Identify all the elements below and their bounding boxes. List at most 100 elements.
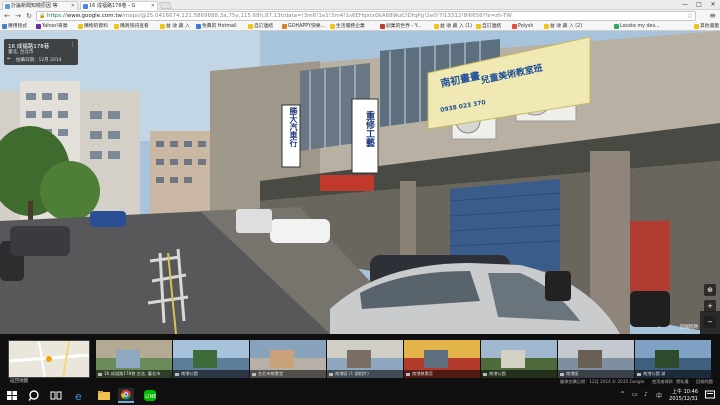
- reload-icon[interactable]: ↻: [24, 11, 34, 21]
- task-view-icon[interactable]: [48, 388, 64, 403]
- bookmark-item[interactable]: Yahoo!奇摩: [36, 22, 68, 30]
- terms-link[interactable]: 使用者條款: [652, 379, 673, 385]
- white-car: [270, 219, 330, 243]
- back-to-map-label[interactable]: 返回地圖: [10, 378, 28, 384]
- bookmark-label: 免費的 Hotmail: [202, 24, 237, 29]
- photo-thumbnail[interactable]: 南港區: [558, 340, 634, 378]
- close-window-button[interactable]: ✕: [706, 0, 720, 9]
- photo-filmstrip: 返回地圖 16 成福路178巷 台北, 臺北市 南港公園 台北市慈惠堂 南港區 (1 …: [0, 334, 720, 386]
- scooter: [630, 291, 670, 327]
- bookmark-label: 益 收 藏 入 (1): [440, 24, 473, 29]
- bookmark-favicon-icon: [380, 24, 385, 29]
- capture-date[interactable]: 拍攝日期：12月 2014: [16, 57, 62, 63]
- bookmark-label: 自訂連結: [482, 24, 502, 29]
- bookmark-item[interactable]: 購買快訊查看: [114, 22, 149, 30]
- street-view-panorama[interactable]: 勝大汽車行 重修工藝 南初畫畫 兒童美術教室班 0938 023 370 16 …: [0, 31, 720, 334]
- bookmark-item[interactable]: 應用程式: [2, 22, 28, 30]
- bookmark-item[interactable]: 益 收 藏 入 (1): [434, 22, 473, 30]
- bookmark-item[interactable]: 自訂連結: [248, 22, 274, 30]
- thumbnail-caption: 南港公園: [481, 370, 557, 378]
- chrome-icon[interactable]: [118, 388, 134, 403]
- thumbnail-caption: 台北市慈惠堂: [250, 370, 326, 378]
- share-more-icon[interactable]: ⋮: [70, 42, 75, 48]
- thumbnail-caption: 南港公園 湖: [635, 370, 711, 378]
- bookmark-item[interactable]: 購物的資料: [78, 22, 108, 30]
- bookmark-favicon-icon: [544, 24, 549, 29]
- bookmark-item[interactable]: 免費的 Hotmail: [196, 22, 237, 30]
- bookmark-label: 購買快訊查看: [120, 24, 149, 29]
- tray-chevron-icon[interactable]: ^: [620, 391, 625, 398]
- clock-time[interactable]: 上午 10:46: [672, 388, 698, 395]
- volume-icon[interactable]: ♪: [644, 391, 648, 398]
- bookmark-item[interactable]: 益 收 藏 入 (2): [544, 22, 582, 30]
- footer-report-link[interactable]: 回報問題: [696, 379, 713, 385]
- bookmarks-bar: 應用程式 Yahoo!奇摩 購物的資料 購買快訊查看 益 收 藏 入 免費的 Hotmai…: [0, 22, 720, 31]
- notifications-icon[interactable]: [704, 389, 716, 401]
- new-tab-button[interactable]: [158, 2, 173, 9]
- address-bar[interactable]: 🔒 https://www.google.com.tw/maps/@25.041…: [36, 11, 696, 21]
- file-explorer-icon[interactable]: [96, 388, 112, 403]
- ime-icon[interactable]: 中: [656, 391, 662, 400]
- edge-browser-icon[interactable]: e: [72, 388, 88, 403]
- parked-car-blue: [90, 211, 126, 227]
- window-controls: — □ ✕: [678, 0, 720, 9]
- red-shop-sign: [320, 175, 374, 191]
- photo-thumbnail[interactable]: 南港公園: [173, 340, 249, 378]
- bookmark-item[interactable]: 益 收 藏 入: [160, 22, 190, 30]
- place-subtitle: 臺北, 台北市: [8, 50, 34, 55]
- bookmark-label: Locate my dev...: [620, 24, 660, 29]
- sign-text-1: 勝大汽車行: [289, 107, 298, 147]
- bookmark-item[interactable]: 其他書籤: [694, 22, 719, 30]
- close-tab-icon[interactable]: ✕: [71, 2, 75, 10]
- bookmark-label: 應用程式: [8, 24, 28, 29]
- search-icon[interactable]: [26, 388, 42, 403]
- minimap[interactable]: [8, 340, 90, 378]
- zoom-out-button[interactable]: −: [704, 316, 716, 328]
- chrome-menu-icon[interactable]: ≡: [709, 11, 716, 21]
- url-host: www.google.com.tw: [66, 13, 122, 19]
- maps-favicon-icon: [83, 4, 88, 9]
- photo-thumbnail[interactable]: 16 成福路178巷 台北, 臺北市: [96, 340, 172, 378]
- bookmark-item[interactable]: 自訂連結: [476, 22, 502, 30]
- tab-title: 16 成福路178巷 - G: [89, 3, 136, 9]
- thumbnail-caption-text: 16 成福路178巷 台北, 臺北市: [104, 371, 161, 376]
- zoom-in-button[interactable]: +: [704, 300, 716, 312]
- photo-thumbnail[interactable]: 南港公園: [481, 340, 557, 378]
- location-info-card: 16 成福路178巷 臺北, 台北市 ← 拍攝日期：12月 2014 ⋮: [4, 39, 78, 65]
- tab-title: 計論新聞知曉原因 等: [11, 3, 58, 9]
- line-app-icon[interactable]: LINE: [142, 388, 158, 403]
- forward-arrow-icon[interactable]: →: [13, 11, 23, 21]
- maximize-button[interactable]: □: [692, 0, 706, 9]
- bookmark-item[interactable]: 創業的世界 - Y...: [380, 22, 421, 30]
- compass-icon[interactable]: ⊕: [704, 284, 716, 296]
- back-arrow-icon[interactable]: ←: [2, 11, 12, 21]
- windows-start-icon[interactable]: [4, 388, 20, 403]
- collapse-chevron-icon[interactable]: ›: [658, 324, 660, 331]
- bookmark-label: 自訂連結: [254, 24, 274, 29]
- photo-thumbnail[interactable]: 南港慈惠宮: [404, 340, 480, 378]
- close-tab-icon[interactable]: ✕: [151, 2, 155, 10]
- url-path: /maps/@25.0416674,121.5869688,3a,75y,115…: [121, 13, 512, 19]
- photo-thumbnail[interactable]: 台北市慈惠堂: [250, 340, 326, 378]
- back-to-map-arrow-icon[interactable]: ←: [7, 56, 11, 62]
- camera-icon: [637, 372, 641, 376]
- clock-date[interactable]: 2015/12/31: [669, 396, 698, 402]
- bookmark-label: GOHAPPY快樂...: [288, 24, 326, 29]
- minimize-button[interactable]: —: [678, 0, 692, 9]
- tab-strip: 計論新聞知曉原因 等 ✕ 16 成福路178巷 - G ✕ — □ ✕: [0, 0, 720, 10]
- network-icon[interactable]: ▭: [632, 391, 638, 398]
- bookmark-item[interactable]: Polysh: [512, 22, 533, 30]
- parked-car: [10, 226, 70, 256]
- bookmark-item[interactable]: GOHAPPY快樂...: [282, 22, 326, 30]
- bookmark-item[interactable]: Locate my dev...: [614, 22, 660, 30]
- photo-thumbnail[interactable]: 南港公園 湖: [635, 340, 711, 378]
- tab-maps[interactable]: 16 成福路178巷 - G ✕: [80, 1, 158, 10]
- bookmark-star-icon[interactable]: ☆: [687, 11, 693, 21]
- thumbnail-caption-text: 南港區 (1 個相片): [335, 371, 369, 376]
- privacy-link[interactable]: 隱私權: [676, 379, 689, 385]
- tab-news[interactable]: 計論新聞知曉原因 等 ✕: [2, 1, 78, 10]
- street-scene: [0, 31, 720, 334]
- bookmark-item[interactable]: 生活服務企業: [330, 22, 365, 30]
- report-problem-link[interactable]: 回報問題: [680, 324, 698, 330]
- photo-thumbnail[interactable]: 南港區 (1 個相片): [327, 340, 403, 378]
